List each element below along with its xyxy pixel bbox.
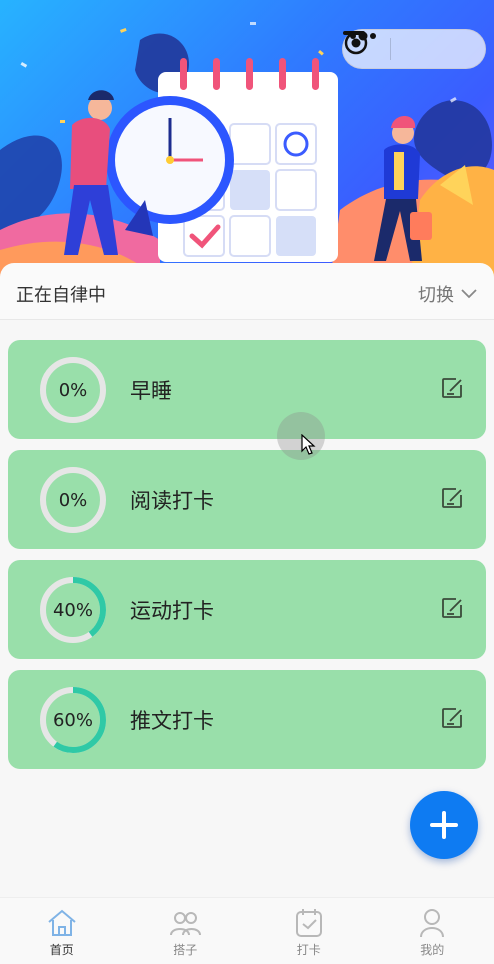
task-card[interactable]: 60% 推文打卡: [8, 670, 486, 769]
switch-label: 切换: [418, 285, 454, 306]
task-name: 推文打卡: [130, 709, 214, 733]
add-task-button[interactable]: [410, 791, 478, 859]
progress-label: 0%: [58, 379, 88, 401]
home-icon: [48, 909, 76, 936]
task-name: 阅读打卡: [130, 489, 214, 513]
tab-label: 我的: [420, 943, 445, 957]
task-list: 0% 早睡 0% 阅读打卡 40% 运动打卡 60% 推文打卡: [8, 340, 486, 780]
close-button[interactable]: [344, 30, 485, 68]
tab-label: 打卡: [296, 943, 321, 957]
chevron-down-icon: [461, 289, 477, 299]
partners-icon: [170, 912, 202, 936]
miniprogram-capsule: [342, 29, 486, 69]
edit-icon[interactable]: [440, 376, 464, 400]
hero-banner: [0, 0, 494, 280]
status-title: 正在自律中: [16, 285, 106, 306]
profile-icon: [420, 909, 445, 938]
task-card[interactable]: 0% 阅读打卡: [8, 450, 486, 549]
tab-label: 首页: [49, 943, 74, 957]
tab-checkin[interactable]: 打卡: [247, 898, 371, 964]
task-card[interactable]: 0% 早睡: [8, 340, 486, 439]
task-card[interactable]: 40% 运动打卡: [8, 560, 486, 659]
target-close-icon: [344, 31, 368, 55]
progress-label: 60%: [52, 709, 93, 731]
edit-icon[interactable]: [440, 486, 464, 510]
edit-icon[interactable]: [440, 596, 464, 620]
progress-label: 40%: [52, 599, 93, 621]
tab-label: 搭子: [173, 943, 198, 957]
tab-bar: 首页 搭子 打卡 我的: [0, 897, 494, 964]
tab-partners[interactable]: 搭子: [124, 898, 248, 964]
tab-profile[interactable]: 我的: [371, 898, 494, 964]
task-name: 早睡: [130, 379, 172, 403]
switch-button[interactable]: 切换: [418, 281, 478, 307]
task-name: 运动打卡: [130, 599, 214, 623]
checkin-calendar-icon: [295, 909, 322, 937]
minimize-button[interactable]: [343, 30, 438, 68]
progress-label: 0%: [58, 489, 88, 511]
plus-icon: [430, 811, 458, 839]
tab-home[interactable]: 首页: [0, 898, 124, 964]
edit-icon[interactable]: [440, 706, 464, 730]
status-header: 正在自律中 切换: [0, 263, 494, 320]
